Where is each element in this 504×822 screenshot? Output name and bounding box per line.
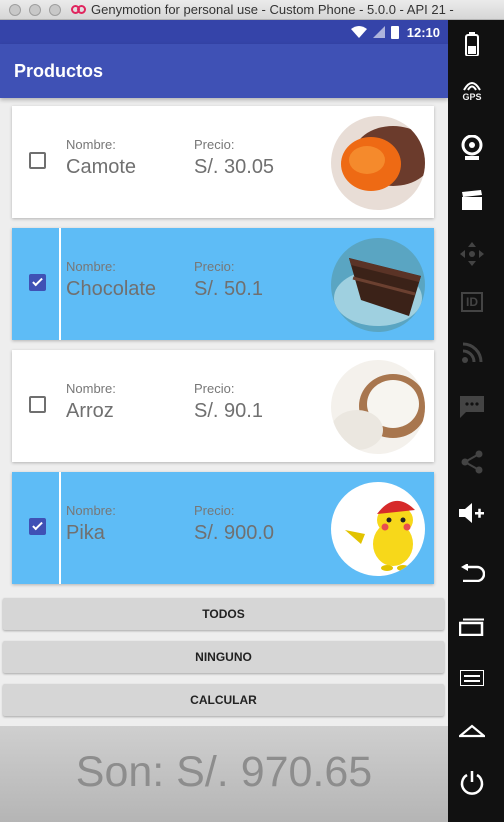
select-none-button[interactable]: NINGUNO — [3, 641, 444, 673]
action-buttons: TODOS NINGUNO CALCULAR — [0, 598, 448, 727]
gps-icon[interactable]: GPS — [448, 80, 496, 102]
pikachu-image — [331, 482, 425, 576]
dpad-icon[interactable] — [448, 242, 496, 266]
product-card[interactable]: Nombre: Chocolate Precio: S/. 50.1 — [12, 228, 434, 340]
check-icon — [32, 519, 43, 531]
home-icon[interactable] — [448, 724, 496, 738]
recent-apps-icon[interactable] — [448, 618, 496, 636]
price-label: Precio: — [194, 137, 235, 152]
product-checkbox[interactable] — [29, 152, 46, 169]
product-price: S/. 50.1 — [194, 278, 263, 300]
id-label: ID — [461, 292, 483, 312]
app-bar: Productos — [0, 44, 448, 98]
page-title: Productos — [14, 60, 104, 81]
battery-icon — [390, 25, 399, 39]
card-divider — [59, 228, 61, 340]
product-card[interactable]: Nombre: Arroz Precio: S/. 90.1 — [12, 350, 434, 462]
product-price: S/. 30.05 — [194, 156, 275, 178]
check-icon — [32, 275, 43, 287]
chocolate-cake-image — [331, 238, 425, 332]
product-card[interactable]: Nombre: Pika Precio: S/. 900.0 — [12, 472, 434, 584]
name-label: Nombre: — [66, 381, 116, 396]
share-icon[interactable] — [448, 450, 496, 474]
product-card[interactable]: Nombre: Camote Precio: S/. 30.05 — [12, 106, 434, 218]
product-name: Pika — [66, 522, 105, 544]
wifi-icon — [350, 26, 367, 38]
name-label: Nombre: — [66, 137, 116, 152]
product-price: S/. 90.1 — [194, 400, 263, 422]
select-all-button[interactable]: TODOS — [3, 598, 444, 630]
product-name: Camote — [66, 156, 137, 178]
phone-screen: 12:10 Productos Nombre: Camote Precio: S… — [0, 20, 448, 822]
price-label: Precio: — [194, 259, 235, 274]
sweet-potato-image — [331, 116, 425, 210]
product-list: Nombre: Camote Precio: S/. 30.05 Nombre:… — [0, 98, 448, 584]
minimize-window-button[interactable] — [29, 3, 41, 16]
price-label: Precio: — [194, 503, 235, 518]
product-price: S/. 900.0 — [194, 522, 275, 544]
calculate-button[interactable]: CALCULAR — [3, 684, 444, 716]
clapperboard-icon[interactable] — [448, 190, 496, 210]
signal-icon — [372, 26, 385, 38]
product-checkbox[interactable] — [29, 274, 46, 291]
id-icon[interactable]: ID — [448, 292, 496, 312]
back-icon[interactable] — [448, 564, 496, 582]
android-status-bar: 12:10 — [0, 20, 448, 44]
product-checkbox[interactable] — [29, 518, 46, 535]
close-window-button[interactable] — [9, 3, 21, 16]
price-label: Precio: — [194, 381, 235, 396]
card-divider — [59, 472, 61, 584]
rice-bowl-image — [331, 360, 425, 454]
product-checkbox[interactable] — [29, 396, 46, 413]
sms-icon[interactable] — [448, 396, 496, 418]
name-label: Nombre: — [66, 259, 116, 274]
volume-up-icon[interactable] — [448, 502, 496, 524]
window-title: Genymotion for personal use - Custom Pho… — [91, 2, 454, 17]
emulator-sidebar: GPS ID — [448, 20, 504, 822]
name-label: Nombre: — [66, 503, 116, 518]
zoom-window-button[interactable] — [49, 3, 61, 16]
power-icon[interactable] — [448, 770, 496, 796]
genymotion-logo-icon — [71, 4, 87, 15]
window-titlebar: Genymotion for personal use - Custom Pho… — [0, 0, 504, 20]
menu-icon[interactable] — [448, 670, 496, 686]
product-name: Arroz — [66, 400, 114, 422]
product-name: Chocolate — [66, 278, 157, 300]
total-text: Son: S/. 970.65 — [75, 748, 373, 796]
rss-icon[interactable] — [448, 342, 496, 364]
status-time: 12:10 — [406, 24, 440, 40]
battery-icon[interactable] — [448, 32, 496, 56]
webcam-icon[interactable] — [448, 135, 496, 161]
gps-label: GPS — [462, 92, 482, 102]
